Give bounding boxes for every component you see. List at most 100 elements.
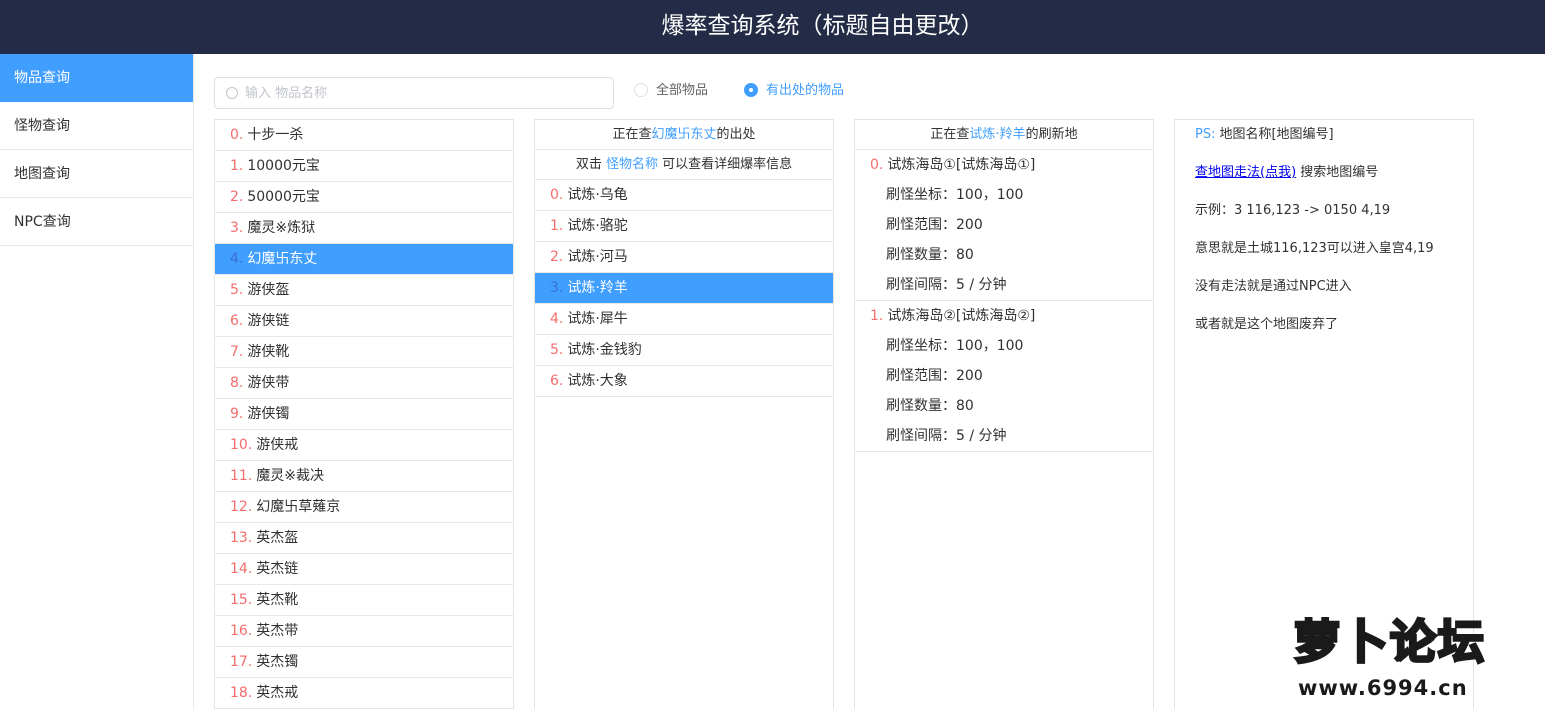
monster-row-name: 试炼·大象 xyxy=(567,373,628,389)
item-row[interactable]: 17. 英杰镯 xyxy=(215,647,513,678)
search-icon xyxy=(226,87,238,99)
monster-row-name: 试炼·骆驼 xyxy=(567,218,628,234)
radio-all-items[interactable]: 全部物品 xyxy=(634,82,708,102)
monster-panel-header: 正在查幻魔卐东丈的出处 xyxy=(535,120,833,150)
site-watermark-logo: 萝卜论坛 www.6994.cn xyxy=(1293,604,1530,704)
item-row[interactable]: 7. 游侠靴 xyxy=(215,337,513,368)
monster-row-index: 1. xyxy=(550,218,564,234)
monster-row[interactable]: 4. 试炼·犀牛 xyxy=(535,304,833,335)
monster-head-prefix: 正在查 xyxy=(612,127,652,142)
spawn-map-title[interactable]: 0. 试炼海岛①[试炼海岛①] xyxy=(855,150,1153,180)
spawn-map-title[interactable]: 1. 试炼海岛②[试炼海岛②] xyxy=(855,301,1153,331)
item-row-name: 魔灵※炼狱 xyxy=(247,220,316,236)
item-row-name: 英杰链 xyxy=(256,561,299,577)
item-row-index: 15. xyxy=(230,592,253,608)
spawn-map-index: 0. xyxy=(870,157,884,173)
item-row[interactable]: 6. 游侠链 xyxy=(215,306,513,337)
spawn-detail-line: 刷怪间隔：5 / 分钟 xyxy=(886,277,1007,293)
monster-row-name: 试炼·羚羊 xyxy=(567,280,628,296)
items-list: 0. 十步一杀 1. 10000元宝 2. 50000元宝 3. 魔灵※炼狱 4. 幻魔卐东丈 5.… xyxy=(215,120,513,709)
sidebar-item-npc-query[interactable]: NPC查询 xyxy=(0,198,193,246)
monster-row-name: 试炼·犀牛 xyxy=(567,311,628,327)
spawn-detail-line: 刷怪范围：200 xyxy=(886,217,983,233)
item-row[interactable]: 9. 游侠镯 xyxy=(215,399,513,430)
item-row[interactable]: 12. 幻魔卐草薙京 xyxy=(215,492,513,523)
spawn-detail-line: 刷怪数量：80 xyxy=(886,247,974,263)
item-row[interactable]: 2. 50000元宝 xyxy=(215,182,513,213)
item-row-index: 6. xyxy=(230,313,244,329)
spawn-map-index: 1. xyxy=(870,308,884,324)
item-row-name: 游侠镯 xyxy=(247,406,290,422)
monster-hint-link: 怪物名称 xyxy=(605,157,658,172)
info-ps-label: PS: xyxy=(1195,127,1216,142)
item-row-index: 2. xyxy=(230,189,244,205)
spawn-detail-line: 刷怪坐标：100，100 xyxy=(886,187,1024,203)
item-row-name: 十步一杀 xyxy=(247,127,304,143)
top-header: 爆率查询系统（标题自由更改） xyxy=(0,0,1545,54)
monster-row-name: 试炼·金钱豹 xyxy=(567,342,642,358)
sidebar-item-map-query[interactable]: 地图查询 xyxy=(0,150,193,198)
item-row-name: 游侠链 xyxy=(247,313,290,329)
info-ps-line: PS: 地图名称[地图编号] xyxy=(1195,120,1453,158)
item-row-name: 游侠带 xyxy=(247,375,290,391)
item-row-index: 12. xyxy=(230,499,253,515)
sidebar-item-item-query[interactable]: 物品查询 xyxy=(0,54,193,102)
item-row[interactable]: 3. 魔灵※炼狱 xyxy=(215,213,513,244)
item-row[interactable]: 15. 英杰靴 xyxy=(215,585,513,616)
item-row-index: 5. xyxy=(230,282,244,298)
radio-items-with-source[interactable]: 有出处的物品 xyxy=(744,82,844,102)
item-row[interactable]: 18. 英杰戒 xyxy=(215,678,513,709)
item-row-index: 8. xyxy=(230,375,244,391)
info-meaning: 意思就是土城116,123可以进入皇宫4,19 xyxy=(1195,241,1434,256)
monster-row[interactable]: 1. 试炼·骆驼 xyxy=(535,211,833,242)
item-row[interactable]: 14. 英杰链 xyxy=(215,554,513,585)
radio-checked-icon xyxy=(744,82,758,97)
item-row-name: 魔灵※裁决 xyxy=(256,468,324,484)
monster-row[interactable]: 2. 试炼·河马 xyxy=(535,242,833,273)
info-example: 示例：3 116,123 -> 0150 4,19 xyxy=(1195,203,1391,218)
spawn-head-prefix: 正在查 xyxy=(930,127,970,142)
spawn-list: 0. 试炼海岛①[试炼海岛①] 刷怪坐标：100，100 刷怪范围：200 刷怪数量：8… xyxy=(855,150,1153,452)
spawn-head-suffix: 的刷新地 xyxy=(1025,127,1078,142)
monster-row-index: 6. xyxy=(550,373,564,389)
monster-panel-hint: 双击 怪物名称 可以查看详细爆率信息 xyxy=(535,150,833,180)
monster-row[interactable]: 6. 试炼·大象 xyxy=(535,366,833,397)
item-row-index: 17. xyxy=(230,654,253,670)
item-row[interactable]: 11. 魔灵※裁决 xyxy=(215,461,513,492)
monster-row[interactable]: 0. 试炼·乌龟 xyxy=(535,180,833,211)
item-row-index: 1. xyxy=(230,158,244,174)
item-row-index: 16. xyxy=(230,623,253,639)
item-search-input[interactable] xyxy=(245,78,605,108)
info-link-line: 查地图走法(点我) 搜索地图编号 xyxy=(1195,158,1453,196)
item-row-name: 游侠戒 xyxy=(256,437,299,453)
info-abandoned: 或者就是这个地图废弃了 xyxy=(1195,317,1339,332)
item-row[interactable]: 1. 10000元宝 xyxy=(215,151,513,182)
item-row-name: 英杰戒 xyxy=(256,685,299,701)
map-path-link[interactable]: 查地图走法(点我) xyxy=(1195,165,1296,180)
spawn-detail-line: 刷怪坐标：100，100 xyxy=(886,338,1024,354)
item-row[interactable]: 0. 十步一杀 xyxy=(215,120,513,151)
item-row-name: 游侠靴 xyxy=(247,344,290,360)
watermark-url: www.6994.cn xyxy=(1298,676,1468,700)
item-row-index: 7. xyxy=(230,344,244,360)
monster-panel: 正在查幻魔卐东丈的出处 双击 怪物名称 可以查看详细爆率信息 0. 试炼·乌龟 1.… xyxy=(534,119,834,709)
monster-row-index: 5. xyxy=(550,342,564,358)
monster-row-index: 2. xyxy=(550,249,564,265)
spawn-map-name: 试炼海岛①[试炼海岛①] xyxy=(887,157,1036,173)
spawn-detail-line: 刷怪数量：80 xyxy=(886,398,974,414)
monster-row[interactable]: 3. 试炼·羚羊 xyxy=(535,273,833,304)
monster-row[interactable]: 5. 试炼·金钱豹 xyxy=(535,335,833,366)
radio-items-with-source-label: 有出处的物品 xyxy=(766,83,845,98)
spawn-panel: 正在查试炼·羚羊的刷新地 0. 试炼海岛①[试炼海岛①] 刷怪坐标：100，100 刷… xyxy=(854,119,1154,709)
item-row-name: 幻魔卐草薙京 xyxy=(256,499,341,515)
item-row[interactable]: 4. 幻魔卐东丈 xyxy=(215,244,513,275)
item-row[interactable]: 8. 游侠带 xyxy=(215,368,513,399)
item-row[interactable]: 5. 游侠盔 xyxy=(215,275,513,306)
item-row-name: 英杰靴 xyxy=(256,592,299,608)
item-row[interactable]: 10. 游侠戒 xyxy=(215,430,513,461)
sidebar: 物品查询 怪物查询 地图查询 NPC查询 xyxy=(0,54,194,709)
item-row[interactable]: 16. 英杰带 xyxy=(215,616,513,647)
sidebar-item-monster-query[interactable]: 怪物查询 xyxy=(0,102,193,150)
item-row[interactable]: 13. 英杰盔 xyxy=(215,523,513,554)
item-row-index: 10. xyxy=(230,437,253,453)
